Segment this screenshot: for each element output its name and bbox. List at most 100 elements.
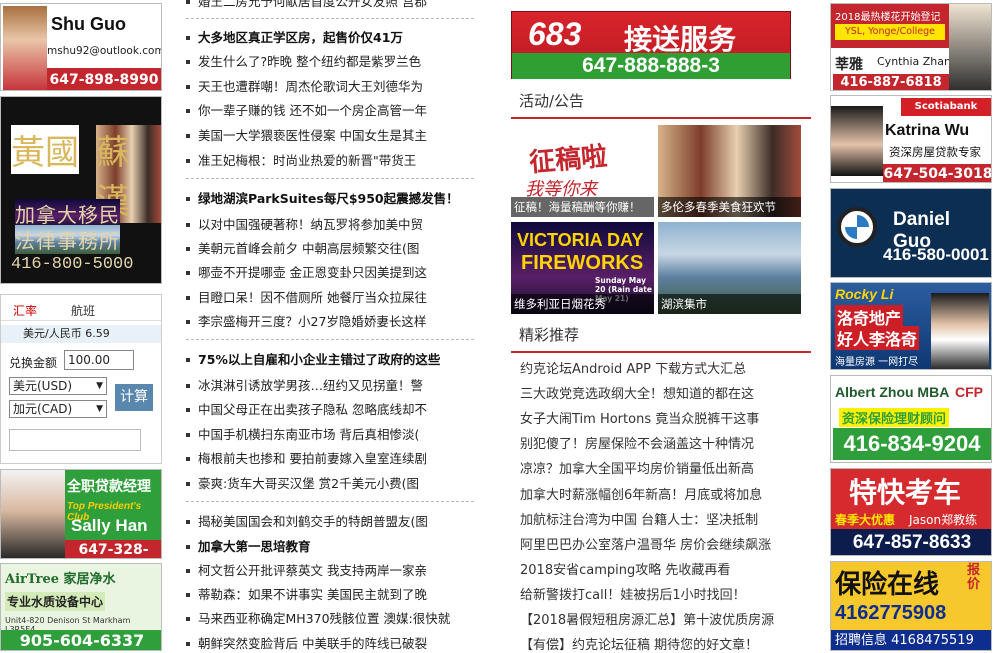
recommend-link[interactable]: 【2018暑假短租房源汇总】第十波优质房源 — [520, 608, 810, 633]
bullet-icon — [186, 84, 190, 89]
banner-683-shuttle[interactable]: 683 接送服务 647-888-888-3 — [511, 11, 791, 79]
news-link[interactable]: 柯文哲公开批评蔡英文 我支持两岸一家亲 — [186, 559, 476, 583]
recommend-link[interactable]: 女子大闹Tim Hortons 竟当众脱裤干这事 — [520, 407, 810, 432]
event-tile[interactable]: 征稿啦 我等你来 征稿！海量稿酬等你赚！ — [511, 125, 654, 217]
news-link[interactable]: 马来西亚称确定MH370残骸位置 澳媒:很快就 — [186, 607, 476, 631]
bullet-icon — [186, 432, 190, 437]
to-currency-select[interactable]: 加元(CAD) — [9, 400, 107, 418]
ad-insurance-online[interactable]: 保险在线 报价 4162775908 招聘信息 4168475519 — [830, 561, 992, 651]
ad-rocky-li[interactable]: Rocky Li 洛奇地产 好人李洛奇 海量房源 一网打尽 — [830, 282, 992, 370]
news-link[interactable]: 目瞪口呆！因不借厕所 她餐厅当众拉屎往 — [186, 286, 476, 310]
news-link[interactable]: 以对中国强硬著称！纳瓦罗将参加美中贸 — [186, 213, 476, 237]
ad-law-firm[interactable]: 黃國 蘇漢 加拿大移民 法律事務所 416-800-5000 — [0, 96, 162, 284]
ad-katrina-wu[interactable]: Scotiabank Katrina Wu 资深房屋贷款专家 647-504-3… — [830, 95, 992, 183]
tile-art-text: FIREWORKS — [521, 252, 644, 274]
recommend-link[interactable]: 加航标注台湾为中国 台籍人士：坚决抵制 — [520, 508, 810, 533]
bullet-icon — [186, 319, 190, 324]
bullet-icon — [186, 59, 190, 64]
ad-driving-test[interactable]: 特快考车 春季大优惠 Jason郑教练 647-857-8633 — [830, 468, 992, 556]
page: Shu Guo mshu92@outlook.com 647-898-8990 … — [0, 0, 994, 653]
news-link-text: 加拿大第一思培教育 — [198, 539, 311, 554]
bullet-icon — [186, 270, 190, 275]
ad-phone: 416-834-9204 — [833, 428, 991, 460]
news-link[interactable]: 梅根前夫也掺和 要拍前妻嫁入皇室连续剧 — [186, 447, 476, 471]
news-link[interactable]: 你一辈子赚的钱 还不如一个房企高管一年 — [186, 99, 476, 123]
bmw-logo-icon — [837, 207, 877, 247]
ad-name: Rocky Li — [835, 286, 894, 302]
bullet-icon — [186, 246, 190, 251]
ad-coach: Jason郑教练 — [909, 513, 978, 527]
ad-seal-1: 黃國 — [11, 125, 79, 174]
agent-photo — [1, 470, 65, 558]
news-link-text: 揭秘美国国会和刘鹤交手的特朗普盟友(图 — [198, 514, 428, 529]
news-link[interactable]: 天王也遭群嘲！周杰伦歌词大王刘德华为 — [186, 75, 476, 99]
recommend-heading: 精彩推荐 — [511, 324, 811, 353]
recommend-link[interactable]: 加拿大时薪涨幅创6年新高！月底或将加息 — [520, 483, 810, 508]
ad-phone: 905-604-6337 — [1, 630, 161, 650]
from-currency-select[interactable]: 美元(USD) — [9, 377, 107, 395]
event-tile[interactable]: 湖滨集市 — [658, 222, 801, 314]
bullet-icon — [186, 295, 190, 300]
news-link[interactable]: 揭秘美国国会和刘鹤交手的特朗普盟友(图 — [186, 510, 476, 534]
ad-cynthia-zhang[interactable]: 2018最热楼花开始登记 YSL, Yonge/College 莘雅 Cynth… — [830, 3, 992, 91]
news-link-text: 发生什么了?昨晚 整个纽约都是紫罗兰色 — [198, 54, 422, 69]
ad-name-en: Cynthia Zhang — [877, 55, 958, 68]
news-link-text: 美国一大学猥亵医性侵案 中国女生是其主 — [198, 128, 427, 143]
bullet-icon — [186, 108, 190, 113]
news-link-text: 哪壶不开提哪壶 金正恩变卦只因美提到这 — [198, 265, 427, 280]
news-link[interactable]: 朝鲜突然变脸背后 中美联手的阵线已破裂 — [186, 632, 476, 653]
agent-photo — [3, 6, 47, 90]
news-link[interactable]: 蒂勒森：如果不讲事实 美国民主就到了晚 — [186, 583, 476, 607]
bullet-icon — [186, 133, 190, 138]
event-tile[interactable]: VICTORIA DAY FIREWORKS Sunday May 20 (Ra… — [511, 222, 654, 314]
ad-albert-zhou[interactable]: Albert Zhou MBA CFP 资深保险理财顾问 416-834-920… — [830, 375, 992, 463]
news-link[interactable]: 加拿大第一思培教育 — [186, 535, 476, 559]
news-link[interactable]: 绿地湖滨ParkSuites每尺$950起震撼发售！ — [186, 187, 476, 211]
news-link[interactable]: 准王妃梅根：时尚业热爱的新晋"带货王 — [186, 149, 476, 173]
news-link[interactable]: 发生什么了?昨晚 整个纽约都是紫罗兰色 — [186, 50, 476, 74]
news-link-text: 冰淇淋引诱放学男孩…纽约又见拐童！警 — [198, 378, 424, 393]
recommend-link[interactable]: 【有偿】约克论坛征稿 期待您的好文章！ — [520, 633, 810, 653]
ad-line-1: 加拿大移民 — [15, 199, 120, 228]
tab-flight[interactable]: 航班 — [71, 302, 95, 319]
amount-input[interactable]: 100.00 — [64, 350, 134, 370]
news-link[interactable]: 李宗盛梅开三度？小27岁隐婚娇妻长这样 — [186, 310, 476, 334]
ad-sally-han[interactable]: 全职贷款经理 Top President's Club Sally Han 64… — [0, 469, 162, 559]
news-link[interactable]: 美朝元首峰会前夕 中朝高层频繁交往(图 — [186, 237, 476, 261]
news-link[interactable]: 大多地区真正学区房，起售价仅41万 — [186, 26, 476, 50]
news-link-text: 你一辈子赚的钱 还不如一个房企高管一年 — [198, 103, 427, 118]
recommend-link[interactable]: 给新警拨打call！娃被拐后1小时找回！ — [520, 583, 810, 608]
news-link-text: 豪爽:货车大哥买汉堡 赏2千美元小费(图 — [198, 476, 420, 491]
ad-phone: 647-898-8990 — [47, 68, 161, 90]
calculate-button[interactable]: 计算 — [115, 384, 153, 411]
news-link[interactable]: 中国父母正在出卖孩子隐私 忽略底线却不 — [186, 398, 476, 422]
news-link[interactable]: 中国手机横扫东南亚市场 背后真相惨淡( — [186, 423, 476, 447]
news-link[interactable]: 豪爽:货车大哥买汉堡 赏2千美元小费(图 — [186, 472, 476, 496]
bullet-icon — [186, 616, 190, 621]
recommend-link[interactable]: 别犯傻了！房屋保险不会涵盖这十种情况 — [520, 432, 810, 457]
news-link[interactable]: 冰淇淋引诱放学男孩…纽约又见拐童！警 — [186, 374, 476, 398]
recommend-link[interactable]: 凉凉？加拿大全国平均房价销量低出新高 — [520, 457, 810, 482]
tile-caption: 维多利亚日烟花秀 — [511, 294, 654, 314]
ad-daniel-guo[interactable]: Daniel Guo 416-580-0001 — [830, 188, 992, 278]
ad-airtree[interactable]: AirTree 家居净水 专业水质设备中心 Unit4-820 Denison … — [0, 563, 162, 651]
recommend-link[interactable]: 约克论坛Android APP 下载方式大汇总 — [520, 357, 810, 382]
news-link-text: 大多地区真正学区房，起售价仅41万 — [198, 30, 403, 45]
event-tile[interactable]: 多伦多春季美食狂欢节 — [658, 125, 801, 217]
recommend-link[interactable]: 三大政党竞选政纲大全！想知道的都在这 — [520, 382, 810, 407]
news-separator — [186, 501, 474, 502]
ad-cfp: CFP — [955, 384, 983, 400]
recommend-link[interactable]: 阿里巴巴办公室落户温哥华 房价会继续飙涨 — [520, 533, 810, 558]
tab-exchange-rate[interactable]: 汇率 — [13, 302, 37, 319]
banner-service: 接送服务 — [624, 23, 737, 56]
ad-name: Katrina Wu — [885, 122, 970, 139]
currency-widget: 汇率 航班 美元/人民币 6.59 兑换金额 100.00 美元(USD) 加元… — [0, 294, 162, 464]
news-link-text: 目瞪口呆！因不借厕所 她餐厅当众拉屎往 — [198, 290, 427, 305]
news-link[interactable]: 哪壶不开提哪壶 金正恩变卦只因美提到这 — [186, 261, 476, 285]
news-link[interactable]: 美国一大学猥亵医性侵案 中国女生是其主 — [186, 124, 476, 148]
recommend-link[interactable]: 2018安省camping攻略 先收藏再看 — [520, 558, 810, 583]
ad-shu-guo[interactable]: Shu Guo mshu92@outlook.com 647-898-8990 — [0, 3, 162, 91]
news-separator — [186, 18, 474, 19]
news-link[interactable]: 75%以上自雇和小企业主错过了政府的这些 — [186, 348, 476, 372]
news-link[interactable]: 婚王二房允予何献居首度公开女友照 宫郡 — [186, 0, 476, 14]
